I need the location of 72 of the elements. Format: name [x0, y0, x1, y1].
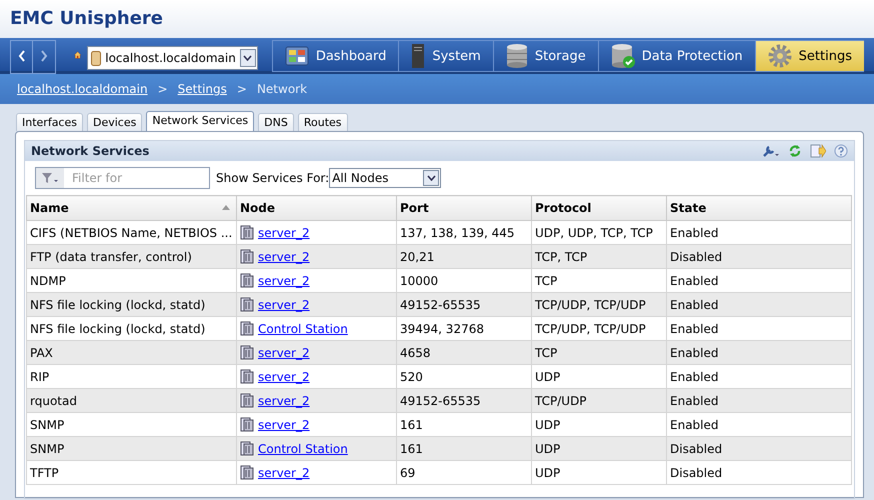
breadcrumb-text: > — [236, 82, 247, 96]
column-header[interactable]: Name — [26, 196, 236, 220]
breadcrumb-link[interactable]: Settings — [178, 82, 227, 96]
table-cell: 69 — [396, 460, 532, 484]
breadcrumb-link[interactable]: localhost.localdomain — [17, 82, 148, 96]
tab[interactable]: Routes — [298, 113, 348, 131]
table-cell: TCP/UDP, TCP/UDP — [532, 292, 666, 316]
breadcrumb-text: > — [158, 82, 168, 96]
node-link[interactable]: server_2 — [258, 418, 310, 432]
node-link[interactable]: server_2 — [258, 226, 310, 240]
table-cell: TCP — [532, 340, 666, 364]
nav-tab[interactable]: Data Protection — [598, 40, 755, 72]
table-cell: FTP (data transfer, control) — [26, 244, 236, 268]
column-header[interactable]: State — [666, 196, 852, 220]
node-link[interactable]: server_2 — [258, 250, 310, 264]
database-icon — [506, 44, 528, 68]
nav-tab[interactable]: Storage — [492, 40, 598, 72]
panel-title: Network Services — [31, 144, 150, 158]
table-cell: PAX — [26, 340, 236, 364]
table-cell: Enabled — [666, 292, 852, 316]
gear-icon — [768, 44, 792, 68]
table-cell: UDP — [532, 460, 666, 484]
refresh-icon[interactable] — [788, 144, 802, 158]
table-cell: Enabled — [666, 340, 852, 364]
node-link[interactable]: server_2 — [258, 466, 310, 480]
table-cell: 161 — [396, 436, 532, 460]
server-tower-icon — [411, 44, 426, 68]
forward-icon — [40, 50, 48, 62]
node-link[interactable]: server_2 — [258, 394, 310, 408]
table-cell: SNMP — [26, 436, 236, 460]
table-cell: Disabled — [666, 460, 852, 484]
table-cell: TFTP — [26, 460, 236, 484]
table-cell: NFS file locking (lockd, statd) — [26, 292, 236, 316]
table-cell: 49152-65535 — [396, 388, 532, 412]
column-header[interactable]: Port — [396, 196, 532, 220]
node-link[interactable]: server_2 — [258, 370, 310, 384]
tab[interactable]: Interfaces — [16, 113, 83, 131]
column-header[interactable]: Node — [236, 196, 396, 220]
table-cell: 49152-65535 — [396, 292, 532, 316]
node-dropdown[interactable]: All Nodes — [329, 168, 442, 188]
table-cell: Disabled — [666, 244, 852, 268]
back-icon — [18, 50, 26, 62]
caret-icon — [243, 55, 252, 61]
sort-ascending-icon — [222, 205, 230, 210]
host-dropdown[interactable]: localhost.localdomain — [87, 46, 258, 70]
table-cell: 20,21 — [396, 244, 532, 268]
tab[interactable]: Devices — [86, 113, 142, 131]
table-cell: TCP/UDP — [532, 388, 666, 412]
table-cell: Disabled — [666, 436, 852, 460]
nav-tab[interactable]: Dashboard — [272, 40, 398, 72]
database-check-icon — [610, 44, 635, 68]
node-link[interactable]: server_2 — [258, 274, 310, 288]
show-services-label: Show Services For: — [216, 171, 330, 185]
tab[interactable]: Network Services — [146, 111, 254, 131]
nav-tab[interactable]: System — [398, 40, 493, 72]
column-header[interactable]: Protocol — [532, 196, 666, 220]
tab[interactable]: DNS — [258, 113, 294, 131]
app-title: EMC Unisphere — [10, 8, 163, 29]
nav-tab[interactable]: Settings — [754, 40, 864, 72]
node-link[interactable]: server_2 — [258, 346, 310, 360]
help-icon[interactable] — [834, 144, 848, 158]
caret-icon — [426, 175, 436, 181]
breadcrumb-text: Network — [256, 82, 308, 96]
wrench-icon[interactable] — [762, 144, 780, 158]
dashboard-icon — [284, 45, 309, 67]
table-cell: UDP — [532, 436, 666, 460]
table-cell: TCP, TCP — [532, 244, 666, 268]
table-cell: 4658 — [396, 340, 532, 364]
node-link[interactable]: server_2 — [258, 298, 310, 312]
export-icon[interactable] — [810, 144, 826, 158]
table-cell: Enabled — [666, 388, 852, 412]
table-cell: rquotad — [26, 388, 236, 412]
